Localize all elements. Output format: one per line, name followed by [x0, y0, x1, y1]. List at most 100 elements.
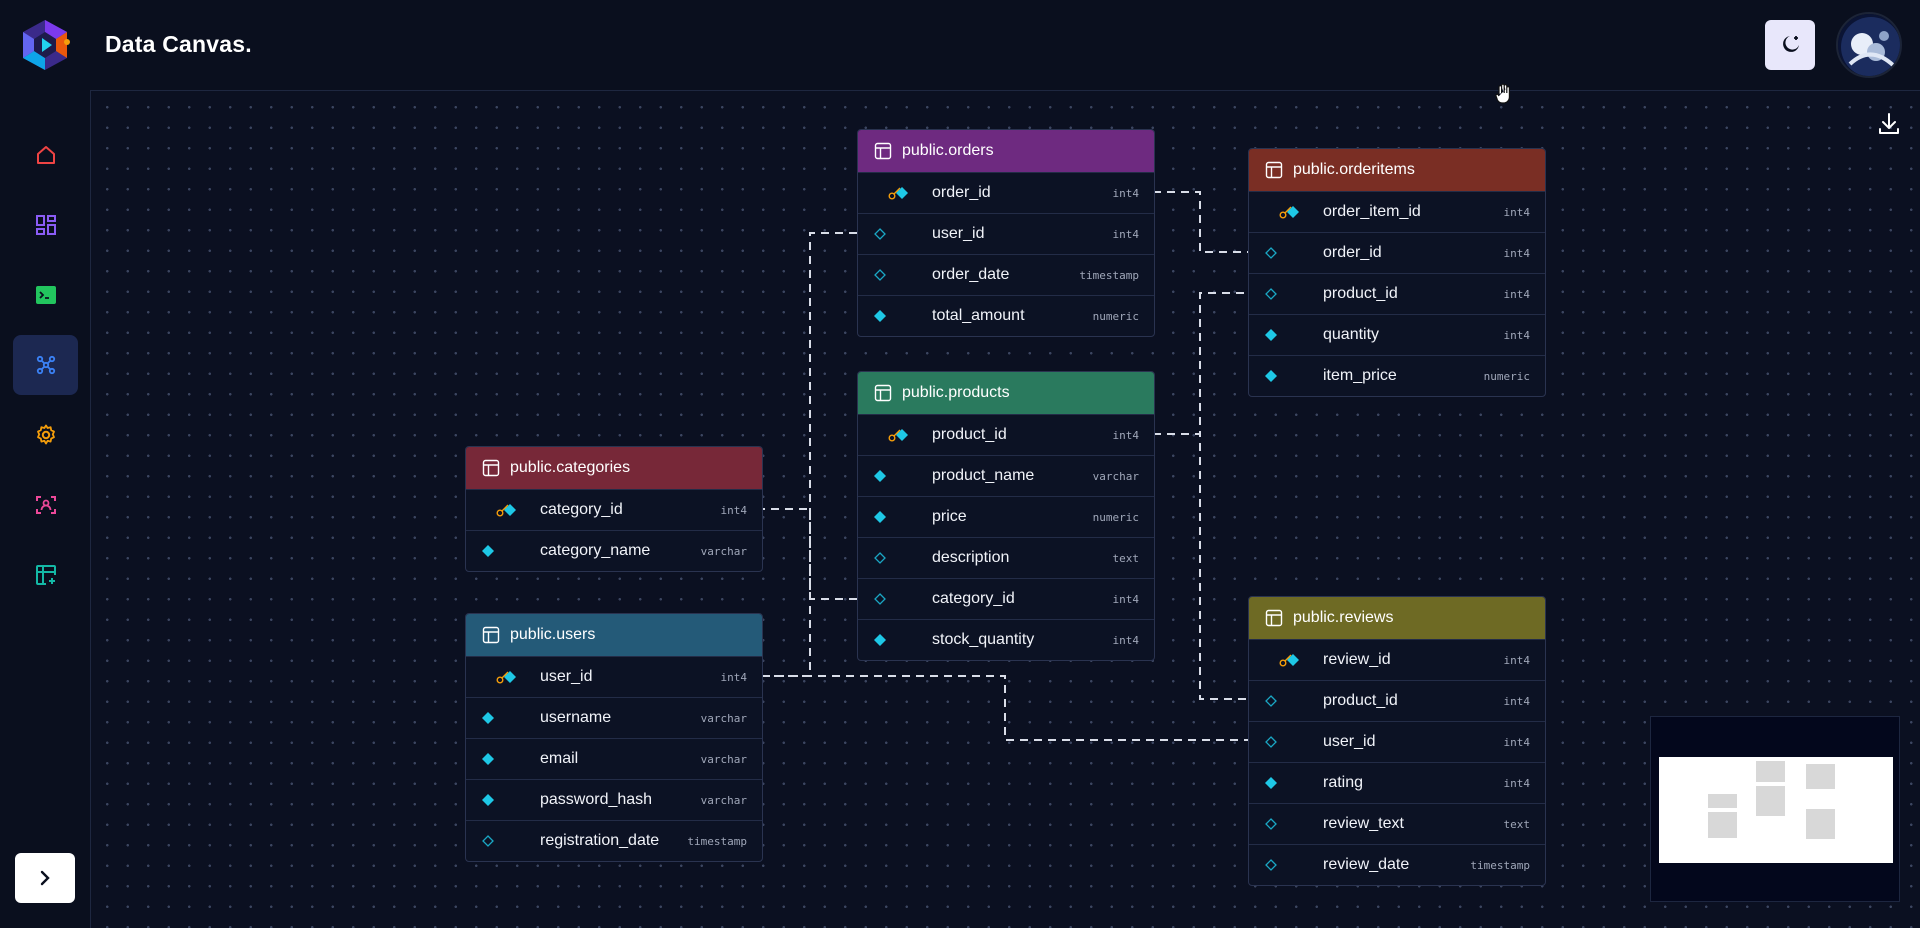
- logo-icon[interactable]: [18, 18, 72, 72]
- column-row[interactable]: user_id int4: [1249, 721, 1545, 762]
- column-name: review_text: [1323, 815, 1404, 832]
- column-name: user_id: [932, 225, 985, 242]
- column-row[interactable]: order_id int4: [858, 172, 1154, 213]
- column-filled-diamond-icon: [1287, 654, 1299, 666]
- chevron-right-icon: [40, 870, 50, 886]
- column-row[interactable]: stock_quantity int4: [858, 619, 1154, 660]
- theme-toggle-button[interactable]: [1765, 20, 1815, 70]
- table-icon: [482, 459, 500, 477]
- column-outline-diamond-icon: [1265, 818, 1277, 830]
- column-row[interactable]: user_id int4: [858, 213, 1154, 254]
- column-filled-diamond-icon: [482, 753, 494, 765]
- sidebar-item-scan[interactable]: [13, 475, 78, 535]
- sidebar-expand-button[interactable]: [15, 853, 75, 903]
- column-type: int4: [1503, 735, 1531, 749]
- column-name: product_id: [932, 426, 1007, 443]
- scan-icon: [35, 496, 56, 514]
- table-header[interactable]: public.reviews: [1249, 597, 1545, 639]
- sidebar-item-terminal[interactable]: [13, 265, 78, 325]
- terminal-icon: [35, 286, 56, 304]
- column-row[interactable]: product_id int4: [858, 414, 1154, 455]
- column-name: total_amount: [932, 307, 1025, 324]
- column-type: varchar: [700, 793, 747, 807]
- column-name: product_id: [1323, 692, 1398, 709]
- column-name: order_item_id: [1323, 203, 1421, 220]
- table-node-orders[interactable]: public.orders order_id int4 user_id int4 orde…: [857, 129, 1155, 337]
- minimap-viewport[interactable]: [1659, 757, 1893, 863]
- table-node-products[interactable]: public.products product_id int4 product_nam…: [857, 371, 1155, 661]
- column-row[interactable]: email varchar: [466, 738, 762, 779]
- column-filled-diamond-icon: [504, 504, 516, 516]
- column-type: int4: [1503, 287, 1531, 301]
- table-icon: [874, 384, 892, 402]
- sidebar-item-home[interactable]: [13, 125, 78, 185]
- column-outline-diamond-icon: [1265, 736, 1277, 748]
- column-type: int4: [1112, 186, 1140, 200]
- table-node-orderitems[interactable]: public.orderitems order_item_id int4 order_…: [1248, 148, 1546, 397]
- column-name: stock_quantity: [932, 631, 1035, 648]
- column-type: numeric: [1092, 309, 1139, 323]
- table-header[interactable]: public.orders: [858, 130, 1154, 172]
- column-type: varchar: [700, 752, 747, 766]
- column-name: user_id: [540, 668, 593, 685]
- column-row[interactable]: review_date timestamp: [1249, 844, 1545, 885]
- column-filled-diamond-icon: [874, 634, 886, 646]
- column-row[interactable]: total_amount numeric: [858, 295, 1154, 336]
- column-type: int4: [1503, 205, 1531, 219]
- column-outline-diamond-icon: [1265, 859, 1277, 871]
- table-icon: [482, 626, 500, 644]
- column-row[interactable]: user_id int4: [466, 656, 762, 697]
- table-header[interactable]: public.orderitems: [1249, 149, 1545, 191]
- column-name: username: [540, 709, 612, 726]
- table-plus-icon: [35, 565, 56, 585]
- gear-icon: [36, 424, 55, 445]
- minimap[interactable]: [1650, 716, 1900, 902]
- column-row[interactable]: quantity int4: [1249, 314, 1545, 355]
- column-type: text: [1503, 817, 1531, 831]
- table-header[interactable]: public.categories: [466, 447, 762, 489]
- column-type: int4: [1503, 328, 1531, 342]
- column-row[interactable]: product_id int4: [1249, 273, 1545, 314]
- column-row[interactable]: product_name varchar: [858, 455, 1154, 496]
- table-node-users[interactable]: public.users user_id int4 username varchar em…: [465, 613, 763, 862]
- user-avatar[interactable]: [1836, 12, 1902, 78]
- sidebar-item-schema[interactable]: [13, 335, 78, 395]
- column-name: order_id: [932, 184, 991, 201]
- table-name: public.categories: [510, 459, 631, 476]
- column-row[interactable]: category_name varchar: [466, 530, 762, 571]
- column-row[interactable]: registration_date timestamp: [466, 820, 762, 861]
- column-name: email: [540, 750, 579, 767]
- column-row[interactable]: category_id int4: [466, 489, 762, 530]
- column-row[interactable]: item_price numeric: [1249, 355, 1545, 396]
- table-header[interactable]: public.users: [466, 614, 762, 656]
- column-row[interactable]: username varchar: [466, 697, 762, 738]
- column-row[interactable]: product_id int4: [1249, 680, 1545, 721]
- column-row[interactable]: review_text text: [1249, 803, 1545, 844]
- table-node-categories[interactable]: public.categories category_id int4 category…: [465, 446, 763, 572]
- column-filled-diamond-icon: [482, 712, 494, 724]
- column-row[interactable]: order_date timestamp: [858, 254, 1154, 295]
- column-type: timestamp: [1470, 858, 1530, 872]
- column-row[interactable]: password_hash varchar: [466, 779, 762, 820]
- table-header[interactable]: public.products: [858, 372, 1154, 414]
- minimap-node: [1806, 764, 1835, 789]
- network-icon: [36, 355, 55, 375]
- column-outline-diamond-icon: [874, 228, 886, 240]
- column-type: numeric: [1483, 369, 1530, 383]
- sidebar-item-dashboard[interactable]: [13, 195, 78, 255]
- sidebar-item-add-table[interactable]: [13, 545, 78, 605]
- column-filled-diamond-icon: [504, 671, 516, 683]
- column-row[interactable]: description text: [858, 537, 1154, 578]
- column-filled-diamond-icon: [1265, 370, 1277, 382]
- app-header: Data Canvas.: [0, 0, 1920, 90]
- column-row[interactable]: review_id int4: [1249, 639, 1545, 680]
- download-icon[interactable]: [1878, 112, 1900, 136]
- table-node-reviews[interactable]: public.reviews review_id int4 product_id int…: [1248, 596, 1546, 886]
- column-row[interactable]: rating int4: [1249, 762, 1545, 803]
- column-row[interactable]: price numeric: [858, 496, 1154, 537]
- column-row[interactable]: order_item_id int4: [1249, 191, 1545, 232]
- column-row[interactable]: category_id int4: [858, 578, 1154, 619]
- column-row[interactable]: order_id int4: [1249, 232, 1545, 273]
- sidebar-item-settings[interactable]: [13, 405, 78, 465]
- column-outline-diamond-icon: [1265, 288, 1277, 300]
